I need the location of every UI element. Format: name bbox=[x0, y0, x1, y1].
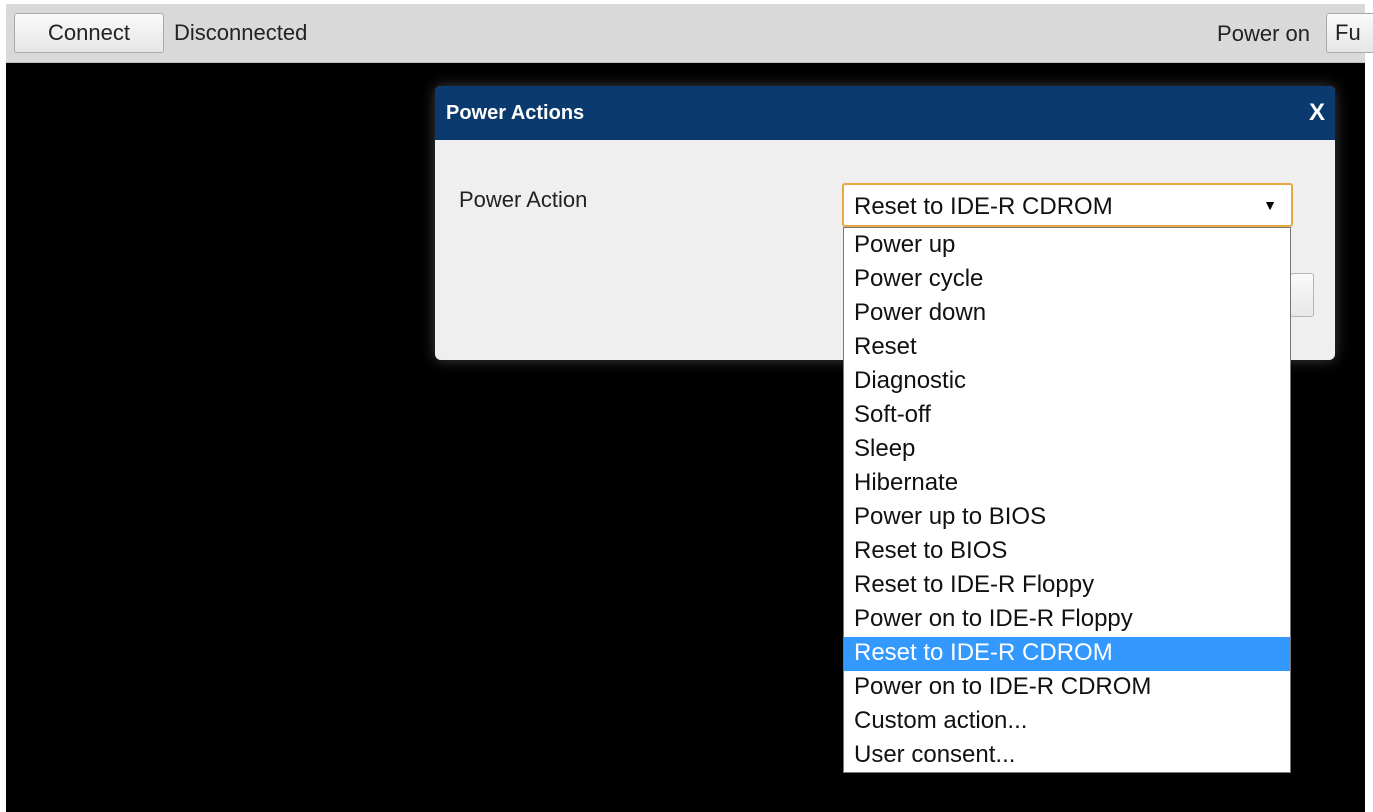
dropdown-option[interactable]: User consent... bbox=[844, 739, 1290, 773]
dropdown-option[interactable]: Reset to IDE-R CDROM bbox=[844, 637, 1290, 671]
dialog-title: Power Actions bbox=[446, 102, 585, 124]
power-action-label: Power Action bbox=[459, 187, 588, 212]
dropdown-option[interactable]: Power on to IDE-R Floppy bbox=[844, 603, 1290, 637]
dropdown-option[interactable]: Custom action... bbox=[844, 705, 1290, 739]
dropdown-option[interactable]: Power down bbox=[844, 297, 1290, 331]
dropdown-option[interactable]: Soft-off bbox=[844, 399, 1290, 433]
dropdown-option[interactable]: Reset to BIOS bbox=[844, 535, 1290, 569]
dropdown-option[interactable]: Power up bbox=[844, 229, 1290, 263]
dropdown-option[interactable]: Power on to IDE-R CDROM bbox=[844, 671, 1290, 705]
dropdown-option[interactable]: Sleep bbox=[844, 433, 1290, 467]
power-on-select[interactable]: Fu bbox=[1326, 13, 1373, 53]
power-action-select[interactable]: Reset to IDE-R CDROM ▼ bbox=[842, 183, 1293, 227]
dropdown-option[interactable]: Reset bbox=[844, 331, 1290, 365]
power-action-select-value: Reset to IDE-R CDROM bbox=[854, 193, 1113, 220]
top-toolbar: Connect Disconnected Power on Fu bbox=[6, 4, 1373, 63]
dropdown-option[interactable]: Power cycle bbox=[844, 263, 1290, 297]
dropdown-option[interactable]: Reset to IDE-R Floppy bbox=[844, 569, 1290, 603]
power-action-dropdown-list: Power up Power cycle Power down Reset Diagno… bbox=[843, 227, 1291, 773]
dropdown-option[interactable]: Power up to BIOS bbox=[844, 501, 1290, 535]
kvm-page: Connect Disconnected Power on Fu Power A… bbox=[0, 0, 1373, 812]
connect-button[interactable]: Connect bbox=[14, 13, 164, 53]
dropdown-arrow-icon: ▼ bbox=[1263, 197, 1277, 213]
dialog-header: Power Actions X bbox=[435, 86, 1335, 140]
dropdown-option[interactable]: Diagnostic bbox=[844, 365, 1290, 399]
dialog-action-button[interactable] bbox=[1290, 273, 1314, 317]
dropdown-option[interactable]: Hibernate bbox=[844, 467, 1290, 501]
close-icon[interactable]: X bbox=[1309, 99, 1325, 127]
connection-status: Disconnected bbox=[174, 20, 308, 45]
power-on-label: Power on bbox=[1217, 21, 1310, 46]
